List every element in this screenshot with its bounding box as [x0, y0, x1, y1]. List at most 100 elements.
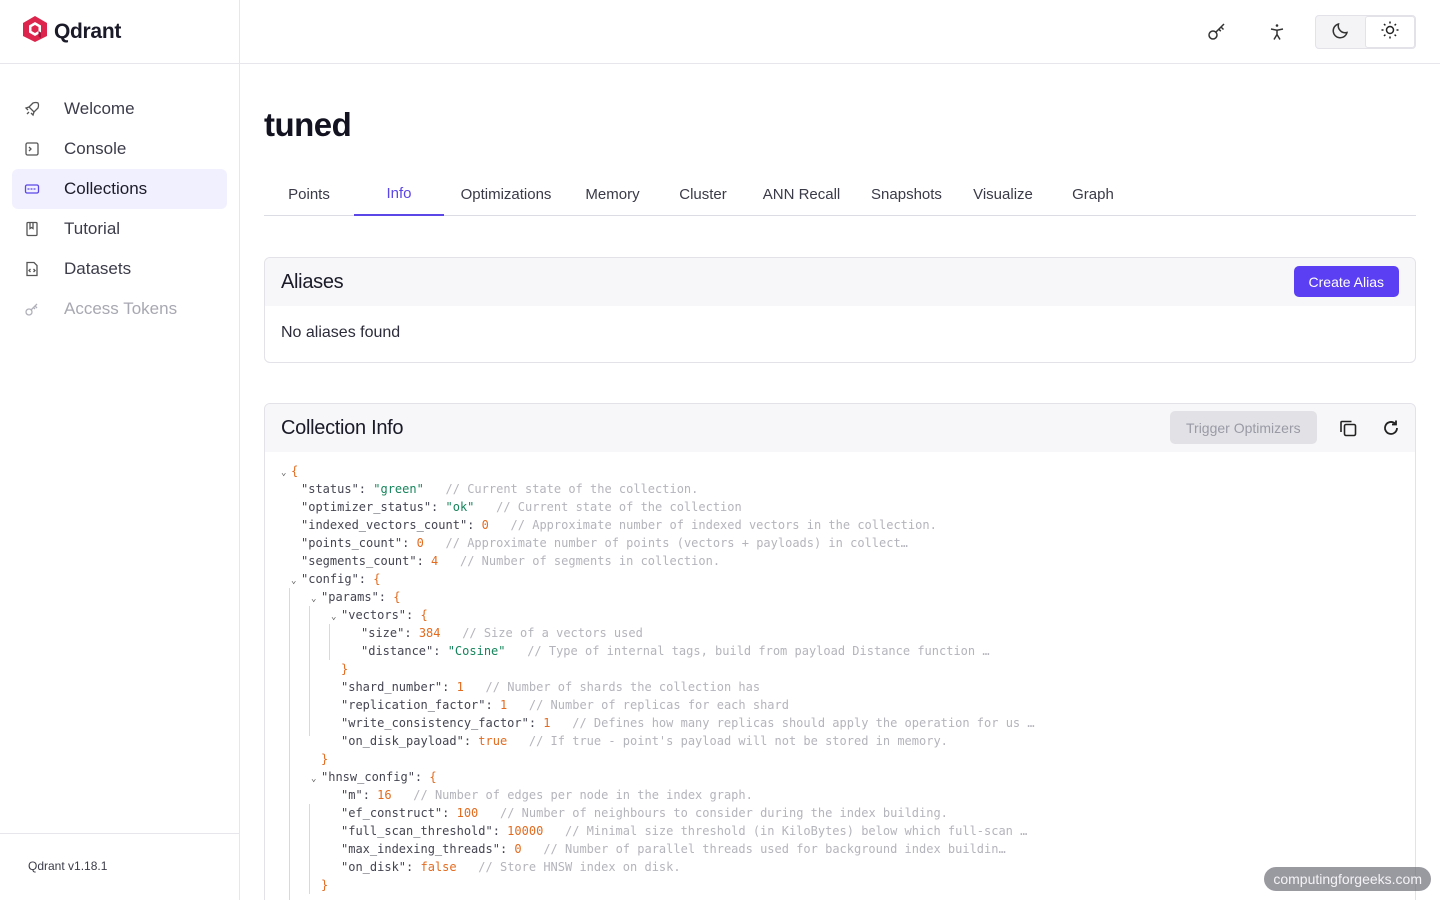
json-line: "shard_number": 1 // Number of shards th…	[341, 680, 761, 694]
tab-graph[interactable]: Graph	[1047, 172, 1139, 216]
json-line: "full_scan_threshold": 10000 // Minimal …	[341, 824, 1028, 838]
json-line[interactable]: ⌄ "hnsw_config": {	[281, 768, 1415, 786]
collection-tabs: Points Info Optimizations Memory Cluster…	[264, 172, 1416, 216]
page-title: tuned	[264, 106, 352, 143]
json-line: "status": "green" // Current state of th…	[301, 482, 699, 496]
json-value: "ok"	[445, 500, 475, 514]
json-value: 16	[377, 788, 392, 802]
json-key: "distance"	[361, 644, 434, 658]
light-theme-button[interactable]	[1365, 16, 1415, 48]
sidebar-divider	[0, 833, 240, 834]
json-line[interactable]: ⌄ "params": {	[281, 588, 1415, 606]
json-line: "write_consistency_factor": 1 // Defines…	[341, 716, 1035, 730]
tab-visualize[interactable]: Visualize	[959, 172, 1047, 216]
json-comment: // Number of neighbours to consider duri…	[499, 806, 948, 820]
dark-theme-button[interactable]	[1316, 16, 1365, 48]
json-open-brace: {	[429, 770, 437, 784]
json-line: }	[281, 876, 1415, 894]
json-value: 0	[514, 842, 522, 856]
json-comment: // Size of a vectors used	[462, 626, 643, 640]
json-value: "green"	[373, 482, 424, 496]
json-key: "segments_count"	[301, 554, 417, 568]
json-comment: // Number of shards the collection has	[485, 680, 761, 694]
json-key: "points_count"	[301, 536, 403, 550]
json-key: "hnsw_config"	[321, 770, 415, 784]
sidebar-item-tutorial[interactable]: Tutorial	[12, 209, 227, 249]
json-open-brace: {	[291, 464, 299, 478]
sidebar-item-console[interactable]: Console	[12, 129, 227, 169]
json-line: }	[281, 750, 1415, 768]
json-key: "full_scan_threshold"	[341, 824, 493, 838]
json-line: "on_disk": false // Store HNSW index on …	[341, 860, 681, 874]
watermark: computingforgeeks.com	[1264, 867, 1431, 891]
tab-points[interactable]: Points	[264, 172, 354, 216]
json-comment: // Minimal size threshold (in KiloBytes)…	[564, 824, 1028, 838]
sidebar-item-label: Tutorial	[64, 219, 121, 238]
tab-ann-recall[interactable]: ANN Recall	[749, 172, 854, 216]
json-line[interactable]: ⌄{	[281, 462, 1415, 480]
json-line: "points_count": 0 // Approximate number …	[301, 536, 908, 550]
tab-optimizations[interactable]: Optimizations	[444, 172, 568, 216]
json-line[interactable]: ⌄ "vectors": {	[281, 606, 1415, 624]
sidebar-item-datasets[interactable]: Datasets	[12, 249, 227, 289]
json-value: 0	[416, 536, 424, 550]
sidebar-item-access-tokens[interactable]: Access Tokens	[12, 289, 227, 329]
json-value: true	[478, 734, 508, 748]
json-key: "indexed_vectors_count"	[301, 518, 468, 532]
trigger-optimizers-button[interactable]: Trigger Optimizers	[1170, 411, 1317, 444]
json-line: "distance": "Cosine" // Type of internal…	[361, 644, 990, 658]
json-comment: // Approximate number of indexed vectors…	[510, 518, 937, 532]
json-line: "max_indexing_threads": 0 // Number of p…	[341, 842, 1006, 856]
aliases-card: Aliases Create Alias No aliases found	[264, 257, 1416, 363]
sun-icon	[1380, 20, 1400, 45]
json-comment: // Number of replicas for each shard	[528, 698, 789, 712]
json-comment: // Store HNSW index on disk.	[478, 860, 681, 874]
json-line: }	[281, 660, 1415, 678]
api-key-icon[interactable]	[1205, 20, 1229, 44]
dataset-file-icon	[24, 261, 40, 277]
json-close-brace: }	[321, 878, 329, 892]
json-comment: // Number of parallel threads used for b…	[543, 842, 1006, 856]
copy-icon[interactable]	[1336, 416, 1360, 440]
tab-memory[interactable]: Memory	[568, 172, 657, 216]
version-label: Qdrant v1.18.1	[28, 859, 108, 873]
sidebar-nav: Welcome Console Collections Tutorial Dat…	[0, 64, 239, 329]
aliases-header: Aliases Create Alias	[265, 258, 1415, 306]
moon-icon	[1331, 20, 1351, 45]
tab-snapshots[interactable]: Snapshots	[854, 172, 959, 216]
collection-info-title: Collection Info	[281, 416, 404, 439]
sidebar-item-label: Welcome	[64, 99, 135, 118]
json-indent-guide	[309, 804, 310, 894]
json-value: "Cosine"	[447, 644, 506, 658]
json-indent-guide	[289, 588, 290, 900]
json-key: "on_disk"	[341, 860, 407, 874]
accessibility-icon[interactable]	[1265, 20, 1289, 44]
json-line: "segments_count": 4 // Number of segment…	[301, 554, 721, 568]
sidebar-item-label: Datasets	[64, 259, 132, 278]
json-viewer: ⌄{ "status": "green" // Current state of …	[265, 452, 1415, 900]
tab-cluster[interactable]: Cluster	[657, 172, 749, 216]
sidebar-item-collections[interactable]: Collections	[12, 169, 227, 209]
json-key: "m"	[341, 788, 363, 802]
json-key: "params"	[321, 590, 379, 604]
json-line: "size": 384 // Size of a vectors used	[361, 626, 643, 640]
json-line[interactable]: ⌄ "config": {	[281, 570, 1415, 588]
json-comment: // Number of edges per node in the index…	[413, 788, 753, 802]
json-indent-guide	[309, 606, 310, 736]
brand[interactable]: Qdrant	[0, 0, 239, 64]
sidebar-item-label: Access Tokens	[64, 299, 178, 318]
json-value: 100	[456, 806, 479, 820]
sidebar-item-welcome[interactable]: Welcome	[12, 89, 227, 129]
json-comment: // Defines how many replicas should appl…	[572, 716, 1035, 730]
json-comment: // Current state of the collection.	[445, 482, 699, 496]
refresh-icon[interactable]	[1379, 416, 1403, 440]
json-value: false	[420, 860, 457, 874]
theme-switch	[1315, 15, 1416, 49]
json-line: "optimizer_status": "ok" // Current stat…	[301, 500, 742, 514]
json-key: "max_indexing_threads"	[341, 842, 500, 856]
tab-info[interactable]: Info	[354, 172, 444, 216]
create-alias-button[interactable]: Create Alias	[1293, 266, 1399, 297]
key-icon	[24, 301, 40, 317]
aliases-title: Aliases	[281, 270, 344, 293]
json-line: "m": 16 // Number of edges per node in t…	[341, 788, 753, 802]
